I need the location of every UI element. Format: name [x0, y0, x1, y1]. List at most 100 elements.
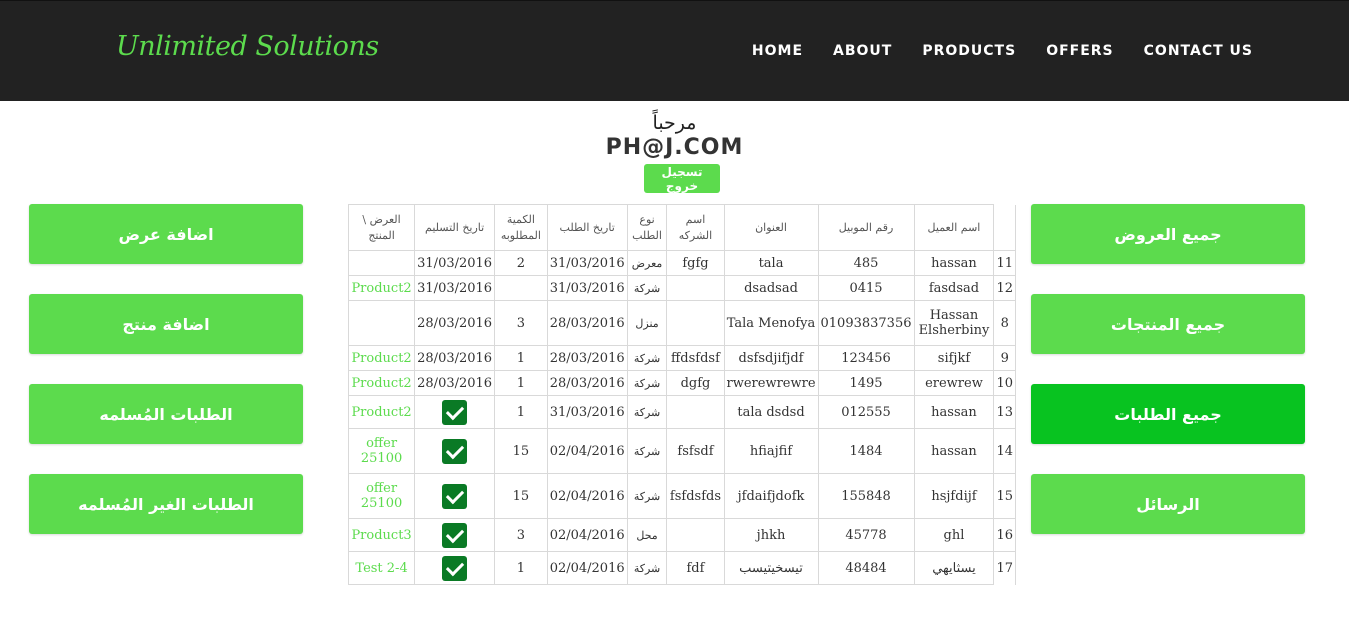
cell-product[interactable]: Test 2-4 — [347, 551, 416, 585]
user-email: PH@J.COM — [605, 135, 744, 160]
cell-delivery-date — [414, 473, 496, 519]
cell-quantity: 1 — [494, 345, 548, 371]
undelivered-orders-button[interactable]: الطلبات الغير المُسلمه — [29, 474, 303, 534]
cell-address: jfdaifjdofk — [723, 473, 819, 519]
cell-product[interactable]: Product2 — [347, 275, 416, 301]
col-header-quantity: الكمية المطلوبه — [494, 204, 548, 251]
table-row[interactable]: offer 25100 15 02/04/2016 شركة fsfsdf hfiajfi… — [347, 428, 1016, 474]
cell-address: dsfsdjifjdf — [723, 345, 819, 371]
table-row[interactable]: offer 25100 15 02/04/2016 شركة fsfdsfds jfdai… — [347, 473, 1016, 519]
cell-index: 9 — [993, 345, 1016, 371]
nav-home[interactable]: HOME — [752, 43, 803, 59]
cell-order-date: 28/03/2016 — [546, 345, 628, 371]
cell-address: hfiajfif — [723, 428, 819, 474]
cell-company — [666, 395, 725, 429]
table-row[interactable]: Product2 28/03/2016 1 28/03/2016 شركة ffdsfds… — [347, 345, 1016, 371]
col-header-delivery-date: تاريخ التسليم — [414, 204, 496, 251]
table-row[interactable]: Test 2-4 1 02/04/2016 شركة fdf تيسخيتيسب 48484… — [347, 551, 1016, 585]
delivered-checkmark-icon[interactable] — [442, 483, 468, 509]
col-header-address: العنوان — [723, 204, 819, 251]
cell-product — [347, 250, 416, 276]
col-header-customer: اسم العميل — [913, 204, 995, 251]
cell-index: 12 — [993, 275, 1016, 301]
nav-products[interactable]: PRODUCTS — [922, 43, 1016, 59]
cell-order-type: منزل — [626, 300, 668, 346]
cell-order-type: شركة — [626, 370, 668, 396]
cell-order-date: 28/03/2016 — [546, 300, 628, 346]
cell-mobile: 485 — [817, 250, 915, 276]
cell-order-date: 31/03/2016 — [546, 275, 628, 301]
delivered-orders-button[interactable]: الطلبات المُسلمه — [29, 384, 303, 444]
cell-company — [666, 300, 725, 346]
cell-customer: يسثايهي — [913, 551, 995, 585]
cell-company: fsfsdf — [666, 428, 725, 474]
cell-company — [666, 518, 725, 552]
cell-order-type: شركة — [626, 473, 668, 519]
col-header-product: العرض \ المنتج — [347, 204, 416, 251]
cell-product[interactable]: offer 25100 — [347, 428, 416, 474]
all-orders-button[interactable]: جميع الطلبات — [1031, 384, 1305, 444]
table-row[interactable]: 28/03/2016 3 28/03/2016 منزل Tala Menofya 010… — [347, 300, 1016, 346]
cell-company — [666, 275, 725, 301]
cell-product[interactable]: Product2 — [347, 395, 416, 429]
logout-button[interactable]: تسجيل خروج — [644, 164, 720, 193]
cell-quantity: 1 — [494, 551, 548, 585]
cell-product[interactable]: Product3 — [347, 518, 416, 552]
cell-customer: fasdsad — [913, 275, 995, 301]
table-row[interactable]: Product2 1 31/03/2016 شركة tala dsdsd 012555 h… — [347, 395, 1016, 429]
messages-button[interactable]: الرسائل — [1031, 474, 1305, 534]
cell-customer: hassan — [913, 395, 995, 429]
cell-order-date: 31/03/2016 — [546, 395, 628, 429]
cell-index: 16 — [993, 518, 1016, 552]
cell-product[interactable]: offer 25100 — [347, 473, 416, 519]
nav-about[interactable]: ABOUT — [833, 43, 892, 59]
cell-order-date: 28/03/2016 — [546, 370, 628, 396]
cell-customer: sifjkf — [913, 345, 995, 371]
top-navbar: Unlimited Solutions HOME ABOUT PRODUCTS … — [0, 0, 1349, 101]
cell-order-date: 02/04/2016 — [546, 428, 628, 474]
cell-customer: hsjfdijf — [913, 473, 995, 519]
all-products-button[interactable]: جميع المنتجات — [1031, 294, 1305, 354]
nav-offers[interactable]: OFFERS — [1046, 43, 1113, 59]
cell-customer: erewrew — [913, 370, 995, 396]
cell-quantity: 3 — [494, 300, 548, 346]
nav-contact-us[interactable]: CONTACT US — [1144, 43, 1253, 59]
cell-customer: Hassan Elsherbiny — [913, 300, 995, 346]
all-offers-button[interactable]: جميع العروض — [1031, 204, 1305, 264]
cell-order-date: 02/04/2016 — [546, 518, 628, 552]
delivered-checkmark-icon[interactable] — [442, 438, 468, 464]
cell-mobile: 45778 — [817, 518, 915, 552]
cell-mobile: 012555 — [817, 395, 915, 429]
cell-company: ffdsfdsf — [666, 345, 725, 371]
table-row[interactable]: 31/03/2016 2 31/03/2016 معرض fgfg tala 485 hass… — [347, 250, 1016, 276]
cell-mobile: 1495 — [817, 370, 915, 396]
table-row[interactable]: Product2 28/03/2016 1 28/03/2016 شركة dgfg rwe… — [347, 370, 1016, 396]
cell-product[interactable]: Product2 — [347, 370, 416, 396]
table-row[interactable]: Product3 3 02/04/2016 محل jhkh 45778 ghl 16 — [347, 518, 1016, 552]
cell-order-date: 02/04/2016 — [546, 473, 628, 519]
table-row[interactable]: Product2 31/03/2016 31/03/2016 شركة dsadsad 0… — [347, 275, 1016, 301]
delivered-checkmark-icon[interactable] — [442, 399, 468, 425]
cell-quantity: 3 — [494, 518, 548, 552]
cell-mobile: 123456 — [817, 345, 915, 371]
delivered-checkmark-icon[interactable] — [442, 522, 468, 548]
cell-delivery-date: 31/03/2016 — [414, 275, 496, 301]
brand-logo[interactable]: Unlimited Solutions — [116, 31, 379, 62]
cell-address: dsadsad — [723, 275, 819, 301]
cell-index: 11 — [993, 250, 1016, 276]
cell-product[interactable]: Product2 — [347, 345, 416, 371]
cell-order-type: شركة — [626, 395, 668, 429]
cell-address: tala — [723, 250, 819, 276]
cell-address: rwerewrewre — [723, 370, 819, 396]
cell-customer: hassan — [913, 250, 995, 276]
add-offer-button[interactable]: اضافة عرض — [29, 204, 303, 264]
cell-order-type: شركة — [626, 275, 668, 301]
cell-order-type: شركة — [626, 551, 668, 585]
cell-order-type: شركة — [626, 345, 668, 371]
cell-quantity — [494, 275, 548, 301]
cell-index: 10 — [993, 370, 1016, 396]
cell-delivery-date — [414, 395, 496, 429]
delivered-checkmark-icon[interactable] — [442, 555, 468, 581]
add-product-button[interactable]: اضافة منتج — [29, 294, 303, 354]
col-header-mobile: رقم الموبيل — [817, 204, 915, 251]
